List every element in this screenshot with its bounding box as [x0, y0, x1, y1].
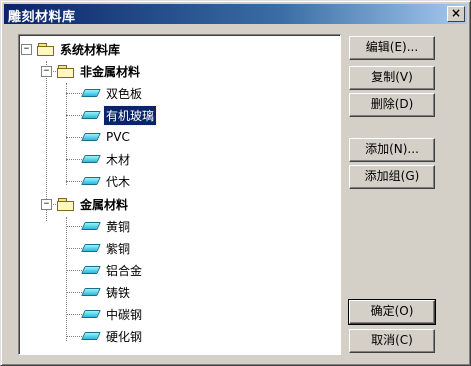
material-icon	[81, 89, 101, 97]
tree-line	[66, 115, 82, 116]
tree-node-label: 铝合金	[106, 263, 143, 278]
collapse-nonmetal-toggle[interactable]: −	[41, 66, 52, 77]
material-icon	[81, 266, 101, 274]
tree-line	[66, 181, 82, 182]
tree-node-label: 硬化钢	[106, 329, 143, 344]
tree-line	[66, 159, 82, 160]
material-icon	[81, 332, 101, 340]
tree-node-item[interactable]: 代木	[81, 171, 132, 191]
collapse-metal-toggle[interactable]: −	[41, 199, 52, 210]
tree-node-item[interactable]: 铸铁	[81, 282, 132, 302]
delete-button[interactable]: 删除(D)	[349, 93, 435, 117]
edit-button[interactable]: 编辑(E)...	[349, 36, 435, 60]
folder-icon	[37, 43, 54, 56]
tree-line	[66, 314, 82, 315]
copy-button[interactable]: 复制(V)	[349, 66, 435, 90]
tree-node-label: 系统材料库	[60, 42, 121, 57]
tree-node-root[interactable]: 系统材料库	[37, 39, 122, 59]
ok-button[interactable]: 确定(O)	[348, 299, 436, 325]
tree-node-item[interactable]: PVC	[81, 127, 132, 147]
close-button[interactable]: ×	[447, 6, 465, 22]
tree-node-group-metal[interactable]: 金属材料	[57, 194, 130, 214]
material-icon	[81, 177, 101, 185]
tree-node-label: 木材	[106, 152, 131, 167]
tree-node-label: PVC	[106, 130, 130, 144]
cancel-button[interactable]: 取消(C)	[349, 329, 435, 353]
tree-node-item[interactable]: 木材	[81, 149, 132, 169]
tree-node-label: 非金属材料	[80, 64, 141, 79]
add-button[interactable]: 添加(N)...	[349, 138, 435, 162]
tree-line	[66, 93, 82, 94]
material-icon	[81, 222, 101, 230]
window-title: 雕刻材料库	[8, 10, 76, 25]
material-icon	[81, 244, 101, 252]
tree-node-item[interactable]: 中碳钢	[81, 304, 144, 324]
tree-line	[66, 217, 67, 341]
tree-line	[66, 336, 82, 337]
tree-node-item-selected[interactable]: 有机玻璃	[81, 104, 158, 126]
tree-node-label: 黄铜	[106, 219, 131, 234]
collapse-root-toggle[interactable]: −	[21, 44, 32, 55]
tree-node-item[interactable]: 黄铜	[81, 216, 132, 236]
tree-node-item[interactable]: 紫铜	[81, 238, 132, 258]
tree-line	[66, 270, 82, 271]
tree-node-item[interactable]: 硬化钢	[81, 326, 144, 346]
tree-node-item[interactable]: 铝合金	[81, 260, 144, 280]
material-icon	[81, 111, 101, 119]
tree-node-label: 紫铜	[106, 241, 131, 256]
tree-node-label: 双色板	[106, 86, 143, 101]
material-icon	[81, 288, 101, 296]
tree-node-item[interactable]: 双色板	[81, 83, 144, 103]
tree-line	[66, 83, 67, 185]
tree-line	[66, 292, 82, 293]
tree-node-group-nonmetal[interactable]: 非金属材料	[57, 61, 142, 81]
material-library-dialog: 雕刻材料库 × − − − 系统材料库 非金属材料 双色板 有机玻璃 PVC 木…	[0, 0, 471, 366]
material-tree[interactable]: − − − 系统材料库 非金属材料 双色板 有机玻璃 PVC 木材 代木 金属材…	[18, 34, 341, 355]
tree-line	[66, 226, 82, 227]
title-bar[interactable]: 雕刻材料库 ×	[4, 4, 467, 25]
tree-node-label: 代木	[106, 174, 131, 189]
add-group-button[interactable]: 添加组(G)	[349, 165, 435, 189]
tree-line	[66, 137, 82, 138]
folder-icon	[57, 65, 74, 78]
folder-icon	[57, 198, 74, 211]
tree-line	[66, 248, 82, 249]
material-icon	[81, 155, 101, 163]
tree-node-label: 金属材料	[80, 197, 129, 212]
tree-node-label: 铸铁	[106, 285, 131, 300]
material-icon	[81, 133, 101, 141]
tree-node-label: 中碳钢	[106, 307, 143, 322]
material-icon	[81, 310, 101, 318]
tree-line	[46, 61, 47, 221]
tree-node-label: 有机玻璃	[102, 104, 158, 126]
